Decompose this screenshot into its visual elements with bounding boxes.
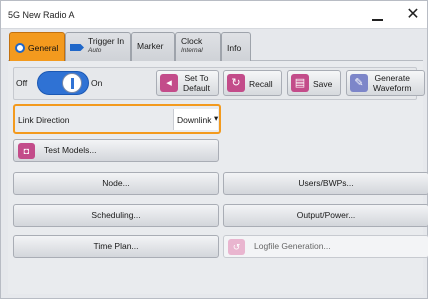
recall-label: Recall — [249, 79, 273, 89]
tab-trigger-label: Trigger In — [88, 36, 125, 46]
tab-clock[interactable]: Clock Internal — [175, 32, 221, 61]
time-plan-label: Time Plan... — [93, 241, 139, 251]
test-models-icon: ◘ — [18, 143, 35, 159]
generate-waveform-button[interactable]: ✎ Generate Waveform — [346, 70, 425, 96]
title-bar: 5G New Radio A ✕ — [1, 1, 427, 29]
recall-button[interactable]: ↻ Recall — [223, 70, 282, 96]
users-bwps-button[interactable]: Users/BWPs... — [223, 172, 428, 195]
tab-trigger-in[interactable]: Trigger In Auto — [65, 32, 131, 61]
link-direction-value: Downlink — [177, 115, 212, 125]
arrow-left-icon: ◂ — [160, 74, 178, 92]
tab-clock-label: Clock — [181, 36, 203, 46]
tab-info-label: Info — [227, 43, 242, 53]
tab-marker[interactable]: Marker — [131, 32, 175, 61]
tab-clock-sub: Internal — [181, 47, 203, 54]
logfile-icon: ↺ — [228, 239, 245, 255]
test-models-button[interactable]: ◘ Test Models... — [13, 139, 219, 162]
users-bwps-label: Users/BWPs... — [298, 178, 354, 188]
tab-trigger-sub: Auto — [88, 47, 102, 54]
close-button[interactable]: ✕ — [397, 5, 428, 27]
set-default-line1: Set To — [184, 73, 209, 83]
output-power-label: Output/Power... — [296, 210, 356, 220]
toggle-knob-icon — [62, 73, 82, 93]
set-default-label: Set To Default — [183, 73, 210, 93]
generate-label: Generate Waveform — [373, 73, 411, 93]
toggle-on-label: On — [91, 78, 103, 88]
test-models-label: Test Models... — [44, 145, 97, 155]
output-power-button[interactable]: Output/Power... — [223, 204, 428, 227]
tab-general[interactable]: General — [9, 32, 65, 61]
waveform-icon: ✎ — [350, 74, 368, 92]
link-direction-row: Link Direction Downlink ▾ — [13, 104, 221, 134]
trigger-arrow-icon — [70, 44, 84, 51]
chevron-down-icon: ▾ — [214, 113, 219, 123]
time-plan-button[interactable]: Time Plan... — [13, 235, 219, 258]
generate-line1: Generate — [374, 73, 410, 83]
set-to-default-button[interactable]: ◂ Set To Default — [156, 70, 219, 96]
link-direction-select[interactable]: Downlink ▾ — [173, 109, 218, 130]
scheduling-label: Scheduling... — [91, 210, 141, 220]
minimize-button[interactable] — [361, 5, 393, 27]
save-icon: ▤ — [291, 74, 309, 92]
window-title: 5G New Radio A — [8, 10, 75, 20]
scheduling-button[interactable]: Scheduling... — [13, 204, 219, 227]
logfile-generation-button[interactable]: ↺ Logfile Generation... — [223, 235, 428, 258]
generate-line2: Waveform — [373, 83, 412, 93]
toggle-off-label: Off — [16, 78, 28, 88]
close-icon: ✕ — [406, 6, 420, 23]
save-button[interactable]: ▤ Save — [287, 70, 341, 96]
node-button[interactable]: Node... — [13, 172, 219, 195]
app-window: 5G New Radio A ✕ General Trigger In Auto… — [0, 0, 428, 299]
radio-dot-icon — [15, 43, 25, 53]
tab-marker-label: Marker — [137, 41, 164, 51]
state-toggle[interactable] — [37, 71, 89, 95]
recall-icon: ↻ — [227, 74, 245, 92]
node-label: Node... — [102, 178, 130, 188]
tab-info[interactable]: Info — [221, 32, 251, 61]
set-default-line2: Default — [183, 83, 210, 93]
save-label: Save — [313, 79, 333, 89]
logfile-generation-label: Logfile Generation... — [254, 241, 331, 251]
link-direction-label: Link Direction — [18, 115, 70, 125]
tab-general-label: General — [28, 43, 59, 53]
